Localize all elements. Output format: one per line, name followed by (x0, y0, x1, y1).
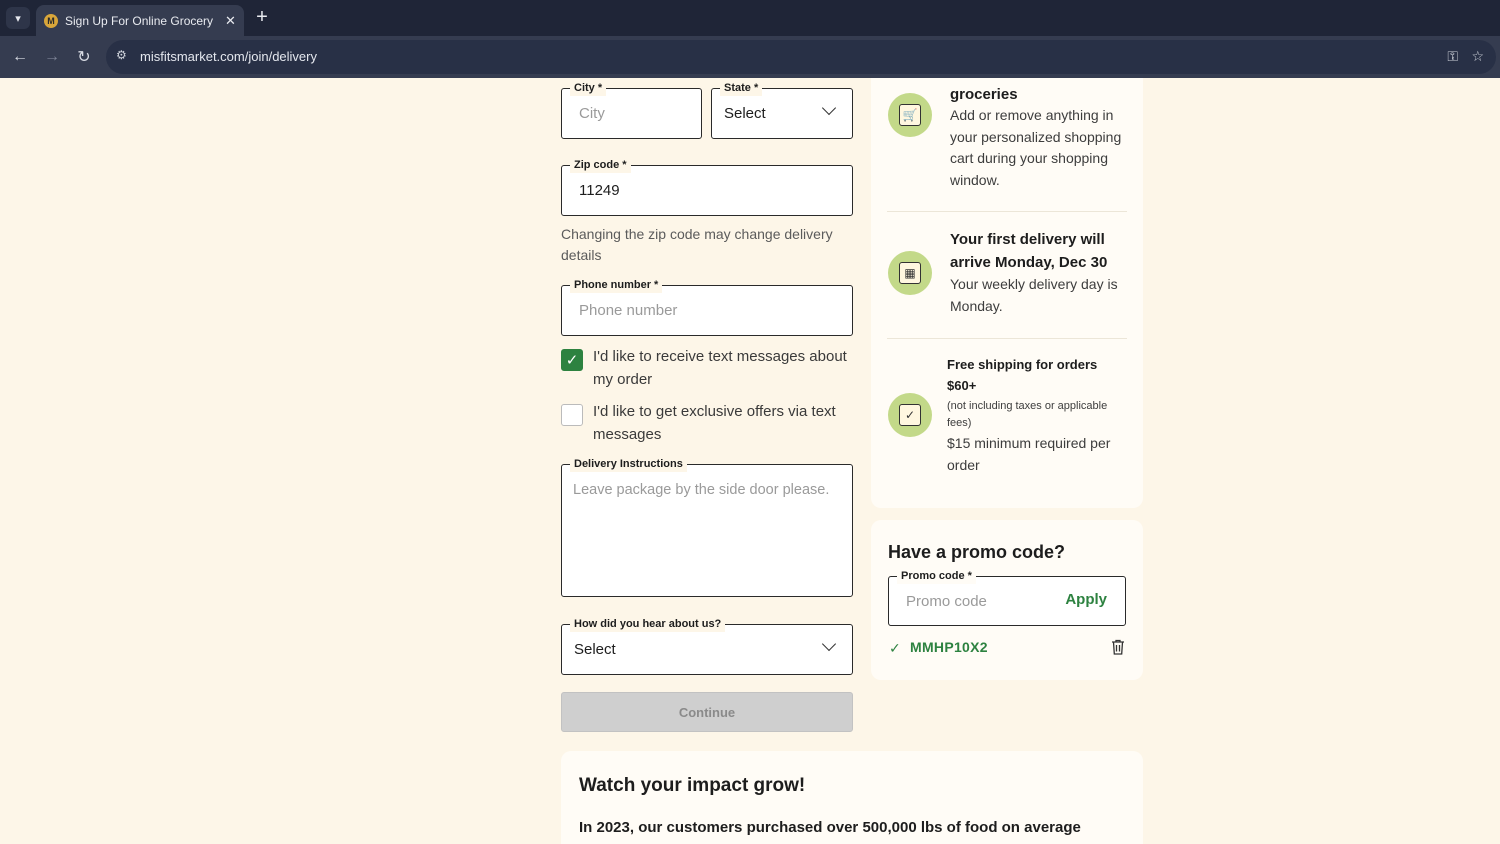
benefit-title: groceries (950, 86, 1018, 103)
sms-order-option[interactable]: ✓ I'd like to receive text messages abou… (561, 345, 853, 391)
benefit-text: $15 minimum required per order (947, 435, 1111, 473)
sms-order-label: I'd like to receive text messages about … (593, 348, 847, 388)
zip-code-field[interactable]: Zip code * 11249 (561, 157, 853, 216)
promo-code-field[interactable]: Promo code * Promo code Apply (888, 568, 1126, 626)
sms-offers-label: I'd like to get exclusive offers via tex… (593, 403, 836, 443)
bookmark-star-icon[interactable]: ☆ (1471, 48, 1484, 65)
checklist-icon: ✓ (888, 393, 932, 437)
promo-code-label: Promo code * (897, 568, 976, 584)
benefit-text: Add or remove anything in your personali… (950, 107, 1122, 188)
url-text: misfitsmarket.com/join/delivery (140, 49, 317, 64)
sms-offers-option[interactable]: I'd like to get exclusive offers via tex… (561, 400, 853, 446)
city-field[interactable]: City * City (561, 80, 702, 139)
phone-number-placeholder: Phone number (579, 302, 678, 319)
chevron-down-icon: ▾ (15, 12, 21, 25)
state-value: Select (724, 105, 766, 122)
benefit-note: (not including taxes or applicable fees) (947, 400, 1108, 429)
applied-promo-code: MMHP10X2 (910, 639, 988, 655)
back-arrow-icon[interactable]: ← (9, 46, 31, 68)
benefit-title: Free shipping for orders $60+ (947, 357, 1098, 393)
password-key-icon[interactable]: ⚿ (1447, 48, 1458, 65)
calendar-icon: ▦ (888, 251, 932, 295)
reload-icon[interactable]: ↻ (73, 46, 95, 68)
tab-title: Sign Up For Online Grocery Del (65, 13, 215, 28)
apply-button[interactable]: Apply (1065, 591, 1107, 608)
new-tab-icon[interactable]: + (252, 6, 272, 28)
zip-code-value: 11249 (579, 182, 620, 199)
continue-button[interactable]: Continue (561, 692, 853, 732)
state-select[interactable]: State * Select (711, 80, 853, 139)
state-label: State * (720, 80, 763, 96)
impact-text: In 2023, our customers purchased over 50… (579, 819, 1081, 836)
city-placeholder: City (579, 105, 605, 122)
browser-tab-bar: ▾ M Sign Up For Online Grocery Del ✕ + (0, 0, 1500, 36)
divider (887, 338, 1127, 339)
trash-icon[interactable] (1111, 639, 1125, 655)
city-label: City * (570, 80, 607, 96)
referral-source-select[interactable]: How did you hear about us? Select (561, 616, 853, 675)
benefit-text: Your weekly delivery day is Monday. (950, 276, 1118, 314)
divider (887, 211, 1127, 212)
sms-offers-checkbox[interactable] (561, 404, 583, 426)
site-info-icon[interactable]: ⚙ (116, 48, 127, 62)
close-icon[interactable]: ✕ (225, 13, 236, 29)
impact-card: Watch your impact grow! In 2023, our cus… (561, 751, 1143, 844)
page-content: City * City State * Select Zip code * 11… (0, 78, 1500, 844)
promo-code-placeholder: Promo code (906, 593, 987, 610)
checkmark-icon: ✓ (565, 352, 579, 369)
browser-tab[interactable]: M Sign Up For Online Grocery Del ✕ (36, 5, 244, 36)
promo-title: Have a promo code? (888, 542, 1066, 562)
tab-search-button[interactable]: ▾ (6, 7, 30, 29)
delivery-instructions-label: Delivery Instructions (570, 456, 687, 472)
browser-toolbar: ← → ↻ ⚙ misfitsmarket.com/join/delivery … (0, 36, 1500, 78)
benefit-title: Your first delivery will arrive Monday, … (950, 231, 1108, 271)
referral-source-value: Select (574, 641, 616, 658)
sms-order-checkbox[interactable]: ✓ (561, 349, 583, 371)
forward-arrow-icon[interactable]: → (41, 46, 63, 68)
phone-number-field[interactable]: Phone number * Phone number (561, 277, 853, 336)
cart-icon: 🛒 (888, 93, 932, 137)
impact-title: Watch your impact grow! (579, 775, 806, 796)
phone-number-label: Phone number * (570, 277, 663, 293)
delivery-instructions-textarea[interactable]: Delivery Instructions Leave package by t… (561, 456, 853, 597)
referral-source-label: How did you hear about us? (570, 616, 726, 632)
chevron-down-icon (821, 100, 837, 116)
delivery-instructions-placeholder: Leave package by the side door please. (573, 482, 830, 498)
chevron-down-icon (821, 636, 837, 652)
site-favicon-icon: M (44, 13, 58, 28)
zip-helper-text: Changing the zip code may change deliver… (561, 226, 833, 263)
address-bar[interactable]: ⚙ misfitsmarket.com/join/delivery ⚿ ☆ (106, 40, 1496, 74)
promo-card: Have a promo code? Promo code * Promo co… (871, 520, 1143, 680)
checkmark-icon: ✓ (889, 640, 901, 656)
benefits-card: 🛒 groceries Add or remove anything in yo… (871, 78, 1143, 508)
zip-code-label: Zip code * (570, 157, 631, 173)
